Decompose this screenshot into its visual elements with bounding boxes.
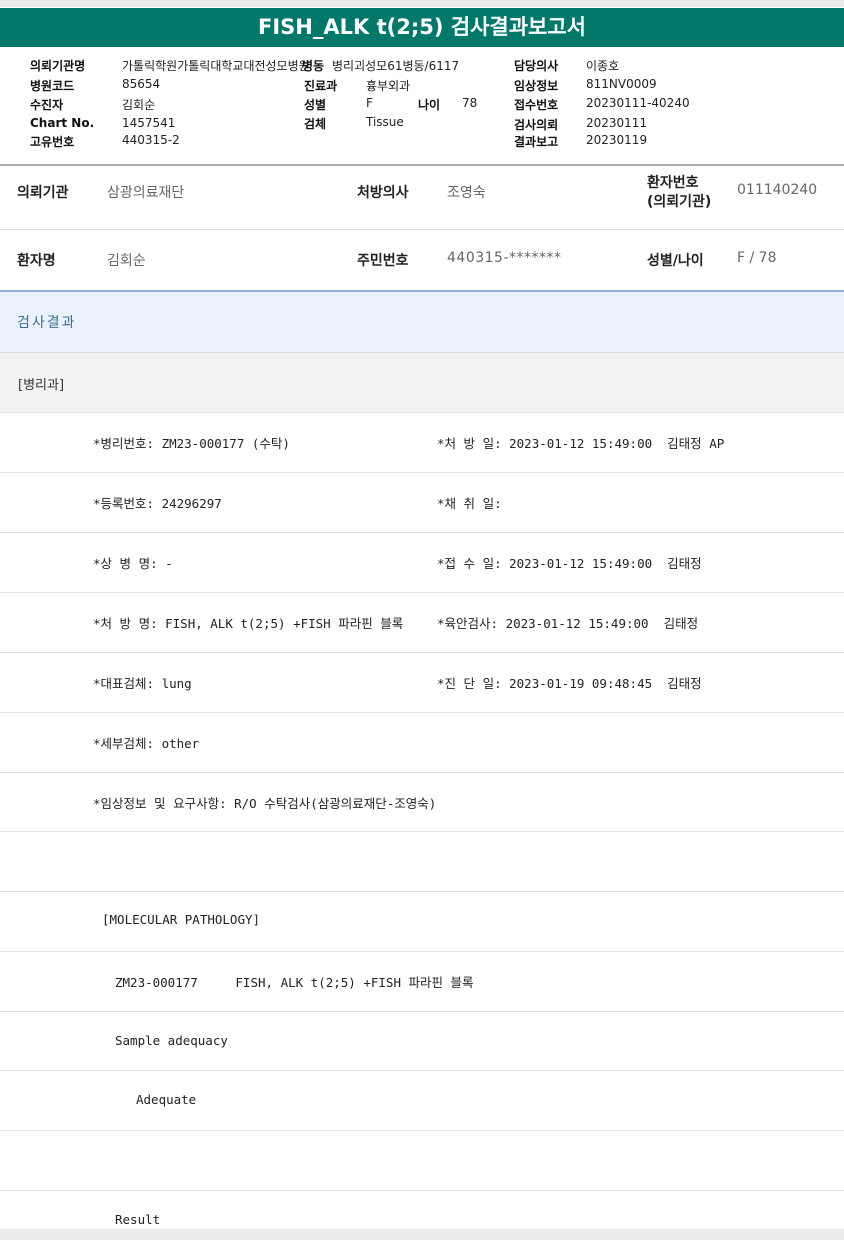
sex-age-label: 성별/나이	[647, 253, 704, 269]
detail-specimen: *세부검체: other	[93, 736, 200, 751]
diagnosis-name: *상 병 명: -	[93, 556, 173, 571]
report-label: 결과보고	[514, 135, 559, 149]
result-row	[0, 1130, 844, 1190]
exam-request-value: 20230111	[586, 116, 648, 130]
dept-section-label: [병리과]	[18, 378, 65, 393]
org-value: 삼광의료재단	[107, 185, 185, 201]
clinical-label: 임상정보	[514, 79, 559, 93]
specimen-value: Tissue	[366, 115, 404, 129]
sex-label: 성별	[304, 98, 327, 112]
prescriber-value: 조영숙	[447, 185, 486, 201]
result-row	[0, 831, 844, 891]
gross-exam-date: *육안검사: 2023-01-12 15:49:00 김태정	[437, 616, 699, 631]
unique-value: 440315-2	[122, 133, 180, 147]
registration-number: *등록번호: 24296297	[93, 496, 222, 511]
prescription-name: *처 방 명: FISH, ALK t(2;5) +FISH 파라핀 블록	[93, 616, 404, 631]
chart-label: Chart No.	[30, 116, 95, 130]
receipt-value: 20230111-40240	[586, 96, 690, 110]
diagnosis-date: *진 단 일: 2023-01-19 09:48:45 김태정	[437, 676, 702, 691]
exam-request-label: 검사의뢰	[514, 118, 559, 132]
result-row: ZM23-000177 FISH, ALK t(2;5) +FISH 파라핀 블…	[0, 951, 844, 1011]
result-row: Sample adequacy	[0, 1011, 844, 1071]
prescriber-label: 처방의사	[357, 185, 409, 201]
patient-value: 김회순	[122, 98, 156, 112]
result-row: *병리번호: ZM23-000177 (수탁) *처 방 일: 2023-01-…	[0, 412, 844, 472]
specimen-label: 검체	[304, 117, 327, 131]
dept-label: 진료과	[304, 79, 338, 93]
prescription-date: *처 방 일: 2023-01-12 15:49:00 김태정 AP	[437, 436, 725, 451]
age-value: 78	[462, 96, 478, 110]
result-title: 검사결과	[17, 315, 77, 331]
report-value: 20230119	[586, 133, 648, 147]
ward-value: 병리괴성모61병동/6117	[332, 59, 460, 73]
receipt-label: 접수번호	[514, 98, 559, 112]
ward-label: 병동	[302, 59, 325, 73]
hospital-code-label: 병원코드	[30, 79, 75, 93]
result-row: *등록번호: 24296297 *채 취 일:	[0, 472, 844, 532]
bottom-border	[0, 1229, 844, 1240]
sample-adequacy-value: Adequate	[136, 1092, 197, 1107]
header-divider	[0, 164, 844, 166]
receipt-date: *접 수 일: 2023-01-12 15:49:00 김태정	[437, 556, 702, 571]
clinical-request: *임상정보 및 요구사항: R/O 수탁검사(삼광의료재단-조영숙)	[93, 796, 437, 811]
patient-name-label: 환자명	[17, 253, 56, 269]
dept-section: [병리과]	[0, 352, 844, 412]
patient-info-divider	[0, 229, 844, 230]
sample-adequacy-label: Sample adequacy	[115, 1033, 228, 1048]
unique-label: 고유번호	[30, 135, 75, 149]
result-row: Adequate	[0, 1070, 844, 1130]
request-org-label: 의뢰기관명	[30, 59, 86, 73]
result-row: *임상정보 및 요구사항: R/O 수탁검사(삼광의료재단-조영숙)	[0, 772, 844, 832]
main-specimen: *대표검체: lung	[93, 676, 192, 691]
result-row: Result	[0, 1190, 844, 1230]
result-header: 검사결과	[0, 290, 844, 352]
molecular-pathology-heading: [MOLECULAR PATHOLOGY]	[102, 912, 261, 927]
patient-name-value: 김회순	[107, 253, 146, 269]
collection-date: *채 취 일:	[437, 496, 502, 511]
request-org-value: 가톨릭학원가톨릭대학교대전성모병원	[122, 59, 310, 73]
patient-no-value: 011140240	[737, 182, 818, 198]
age-label: 나이	[418, 98, 441, 112]
test-line: ZM23-000177 FISH, ALK t(2;5) +FISH 파라핀 블…	[115, 975, 474, 990]
top-border	[0, 0, 844, 7]
patient-label: 수진자	[30, 98, 64, 112]
patient-no-label: 환자번호	[647, 175, 699, 191]
result-row: *세부검체: other	[0, 712, 844, 772]
rrn-value: 440315-*******	[447, 250, 562, 266]
sex-age-value: F / 78	[737, 250, 777, 266]
result-row: *처 방 명: FISH, ALK t(2;5) +FISH 파라핀 블록 *육…	[0, 592, 844, 652]
pathology-number: *병리번호: ZM23-000177 (수탁)	[93, 436, 290, 451]
patient-no-sublabel: (의뢰기관)	[647, 194, 712, 210]
result-label: Result	[115, 1212, 161, 1227]
result-row: *상 병 명: - *접 수 일: 2023-01-12 15:49:00 김태…	[0, 532, 844, 592]
doctor-value: 이종호	[586, 59, 620, 73]
org-label: 의뢰기관	[17, 185, 69, 201]
clinical-value: 811NV0009	[586, 77, 657, 91]
doctor-label: 담당의사	[514, 59, 559, 73]
hospital-code-value: 85654	[122, 77, 161, 91]
report-title: FISH_ALK t(2;5) 검사결과보고서	[0, 8, 844, 47]
chart-value: 1457541	[122, 116, 176, 130]
dept-value: 흉부외과	[366, 79, 411, 93]
result-row: *대표검체: lung *진 단 일: 2023-01-19 09:48:45 …	[0, 652, 844, 712]
result-row: [MOLECULAR PATHOLOGY]	[0, 891, 844, 951]
rrn-label: 주민번호	[357, 253, 409, 269]
sex-value: F	[366, 96, 373, 110]
